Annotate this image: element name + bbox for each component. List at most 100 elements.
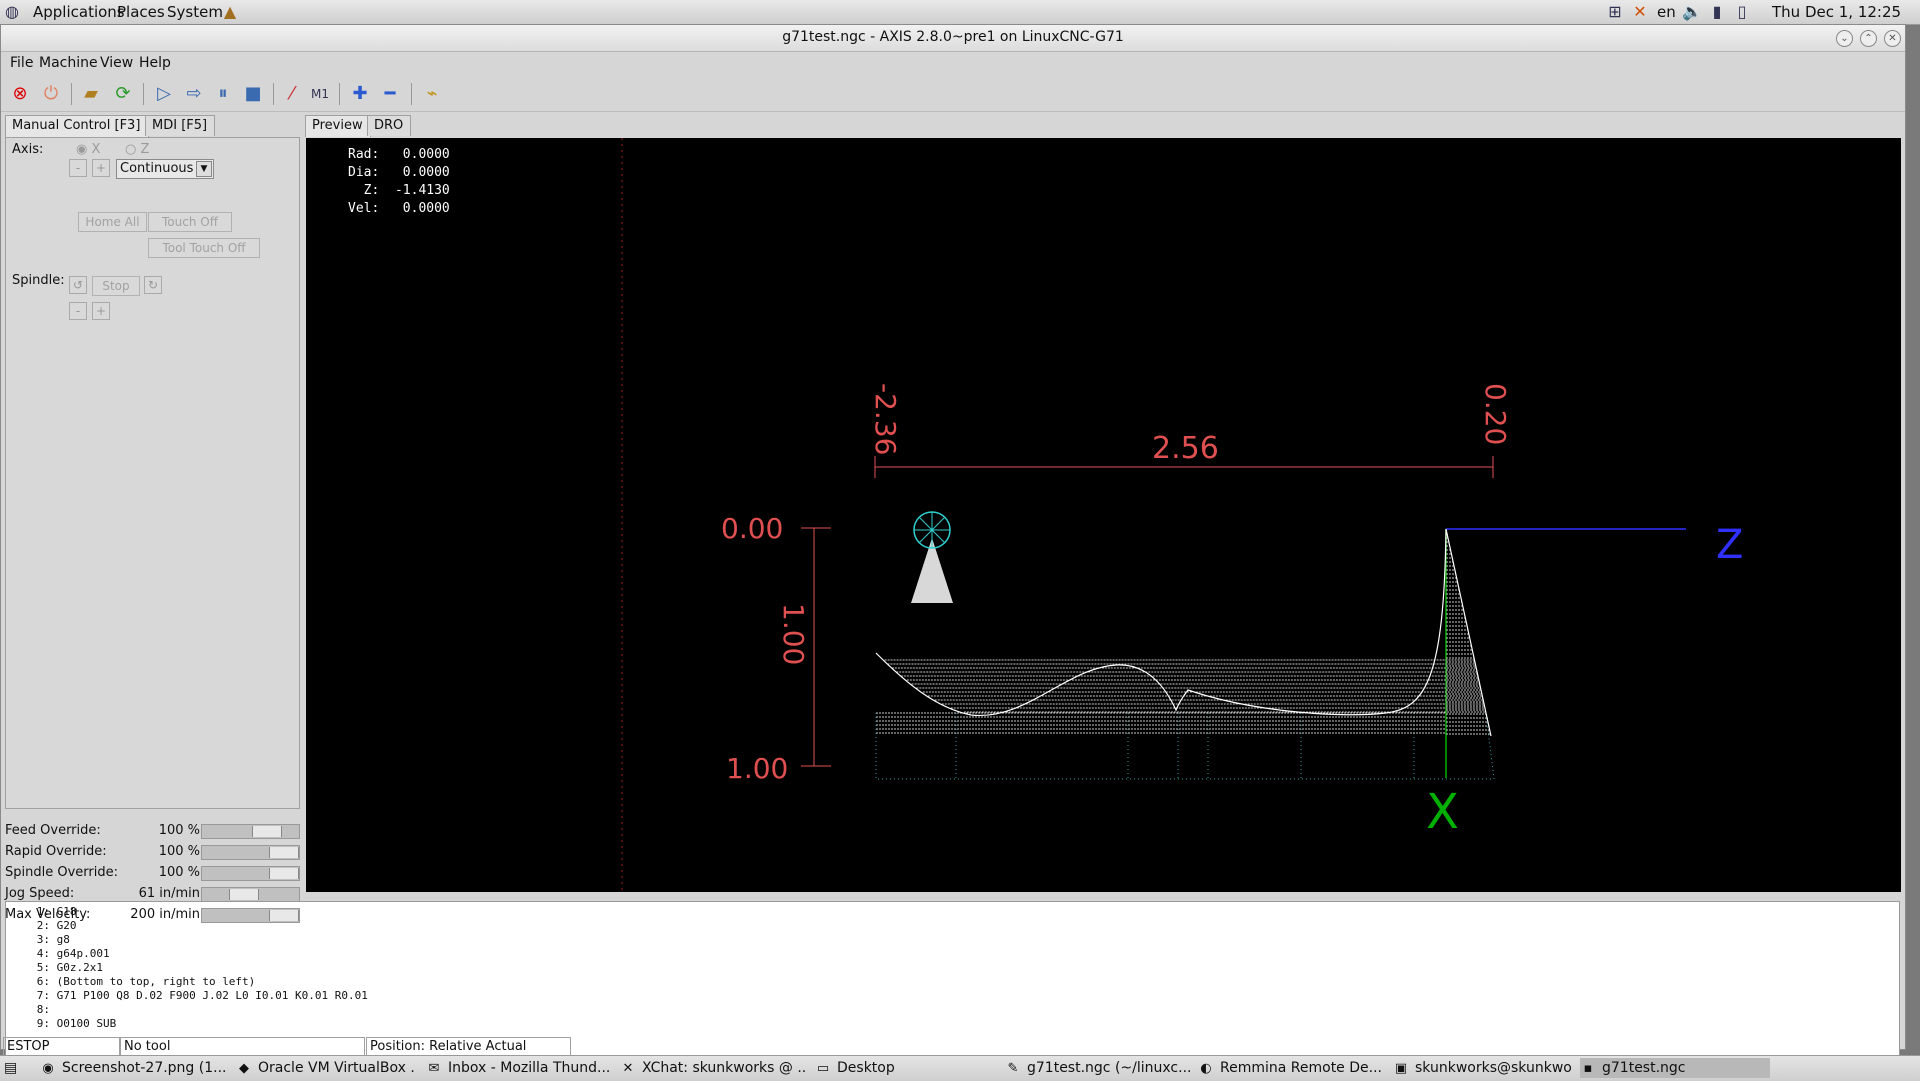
gcode-line[interactable]: 5: G0z.2x1 (6, 961, 103, 975)
spindle-slower-button[interactable]: - (69, 302, 87, 320)
title-bar[interactable]: g71test.ngc - AXIS 2.8.0~pre1 on LinuxCN… (1, 25, 1905, 52)
dim-z-length: 2.56 (1152, 431, 1219, 466)
reload-icon[interactable]: ⟳ (110, 81, 136, 107)
override-value: 100 % (158, 865, 200, 880)
tab-preview[interactable]: Preview (305, 115, 371, 137)
dim-z-right: 0.20 (1479, 383, 1512, 445)
jog-mode-select[interactable]: Continuous ▼ (116, 159, 214, 179)
slider-thumb[interactable] (269, 868, 299, 879)
machine-power-icon[interactable]: ⏻ (38, 81, 64, 107)
xchat-task[interactable]: ✕ XChat: skunkworks @ ... (620, 1058, 805, 1078)
line-text: O0100 SUB (56, 1017, 117, 1030)
override-label: Jog Speed: (5, 886, 75, 901)
tab-manual-control[interactable]: Manual Control [F3] (5, 115, 149, 137)
jog-plus-button[interactable]: + (92, 159, 110, 177)
override-slider[interactable] (201, 866, 300, 881)
app-icon: ▣ (1394, 1061, 1408, 1076)
app-icon: ✉ (428, 1061, 440, 1076)
zoom-out-icon[interactable]: ━ (377, 81, 403, 107)
gcode-line[interactable]: 8: (6, 1003, 57, 1017)
override-slider[interactable] (201, 908, 300, 923)
thunderbird-task[interactable]: ✉ Inbox - Mozilla Thund... (426, 1058, 611, 1078)
gcode-line[interactable]: 3: g8 (6, 933, 70, 947)
gcode-line[interactable]: 6: (Bottom to top, right to left) (6, 975, 256, 989)
task-label: Screenshot-27.png (1... (62, 1060, 225, 1076)
screenshot-task[interactable]: ◉ Screenshot-27.png (1... (40, 1058, 225, 1078)
slider-thumb[interactable] (229, 889, 259, 900)
volume-icon[interactable]: 🔈 (1682, 2, 1702, 22)
toolbar: ⊗ ⏻ ▰ ⟳ ▷ ⇨ ⏸ ■ ⁄ M1 ✚ ━ ⌁ (1, 77, 1905, 112)
xchat-icon[interactable]: ✕ (1630, 2, 1650, 22)
task-label: XChat: skunkworks @ ... (642, 1060, 805, 1076)
menu-help[interactable]: Help (139, 55, 171, 71)
estop-icon[interactable]: ⊗ (7, 81, 33, 107)
spindle-stop-button[interactable]: Stop (92, 276, 140, 296)
battery-icon[interactable]: ▯ (1732, 2, 1752, 22)
finish-profile (875, 528, 1492, 737)
gnome-foot-icon[interactable]: ◍ (2, 2, 22, 22)
desktop-task[interactable]: ▭ Desktop (815, 1058, 995, 1078)
tool-touch-off-button[interactable]: Tool Touch Off (148, 238, 260, 258)
gedit-task[interactable]: ✎ g71test.ngc (~/linuxc... (1005, 1058, 1190, 1078)
line-text: G0z.2x1 (56, 961, 103, 974)
app-icon: ◉ (42, 1061, 54, 1076)
step-icon[interactable]: ⇨ (181, 81, 207, 107)
menu-file[interactable]: File (10, 55, 33, 71)
slider-thumb[interactable] (252, 826, 282, 837)
open-file-icon[interactable]: ▰ (78, 81, 104, 107)
applications-menu[interactable]: Applications (33, 3, 125, 21)
maximize-icon[interactable]: ⌃ (1860, 30, 1877, 47)
override-slider[interactable] (201, 824, 300, 839)
line-number: 3: (36, 933, 50, 946)
slider-thumb[interactable] (269, 847, 299, 858)
gcode-line[interactable]: 4: g64p.001 (6, 947, 110, 961)
block-delete-icon[interactable]: ⁄ (279, 81, 305, 107)
tab-dro[interactable]: DRO (367, 115, 411, 136)
keyboard-layout[interactable]: en (1657, 3, 1676, 21)
pause-icon[interactable]: ⏸ (210, 81, 236, 107)
virtualbox-task[interactable]: ◆ Oracle VM VirtualBox ... (236, 1058, 416, 1078)
window-title: g71test.ngc - AXIS 2.8.0~pre1 on LinuxCN… (782, 29, 1124, 45)
clear-plot-icon[interactable]: ⌁ (419, 81, 445, 107)
network-icon[interactable]: ⊞ (1605, 2, 1625, 22)
zoom-in-icon[interactable]: ✚ (347, 81, 373, 107)
touch-off-button[interactable]: Touch Off (148, 212, 232, 232)
override-row: Feed Override: 100 % (5, 821, 300, 841)
slider-thumb[interactable] (269, 910, 299, 921)
line-number: 5: (36, 961, 50, 974)
axis-task[interactable]: ▪ g71test.ngc (1580, 1058, 1770, 1078)
override-row: Max Velocity: 200 in/min (5, 905, 300, 925)
update-notifier-icon[interactable]: ▲ (220, 2, 240, 22)
spindle-faster-button[interactable]: + (92, 302, 110, 320)
app-icon: ✎ (1007, 1061, 1019, 1076)
jog-minus-button[interactable]: - (69, 159, 87, 177)
axis-radio-x[interactable]: ◉ X (76, 142, 100, 157)
signal-icon[interactable]: ▮ (1707, 2, 1727, 22)
override-slider[interactable] (201, 887, 300, 902)
gcode-line[interactable]: 7: G71 P100 Q8 D.02 F900 J.02 L0 I0.01 K… (6, 989, 368, 1003)
preview-canvas[interactable]: Rad: 0.0000 Dia: 0.0000 Z: -1.4130 Vel: … (306, 138, 1901, 892)
axis-radio-z[interactable]: ○ Z (125, 142, 149, 157)
app-icon: ▭ (816, 1061, 830, 1076)
optional-stop-icon[interactable]: M1 (307, 81, 333, 107)
gcode-line[interactable]: 9: O0100 SUB (6, 1017, 116, 1031)
close-icon[interactable]: ✕ (1884, 30, 1901, 47)
remmina-task[interactable]: ◐ Remmina Remote De... (1198, 1058, 1383, 1078)
dim-x-bottom: 1.00 (726, 752, 788, 785)
system-menu[interactable]: System (167, 3, 223, 21)
override-slider[interactable] (201, 845, 300, 860)
run-icon[interactable]: ▷ (151, 81, 177, 107)
spindle-reverse-icon[interactable]: ↺ (69, 276, 87, 294)
menu-machine[interactable]: Machine (39, 55, 98, 71)
places-menu[interactable]: Places (117, 3, 165, 21)
tab-mdi[interactable]: MDI [F5] (145, 115, 215, 136)
menu-view[interactable]: View (100, 55, 133, 71)
status-position: Position: Relative Actual (366, 1037, 571, 1057)
home-all-button[interactable]: Home All (78, 212, 147, 232)
override-label: Feed Override: (5, 823, 101, 838)
terminal-task[interactable]: ▣ skunkworks@skunkwo... (1393, 1058, 1573, 1078)
stop-icon[interactable]: ■ (240, 81, 266, 107)
minimize-icon[interactable]: ⌄ (1836, 30, 1853, 47)
show-desktop-icon[interactable]: ▤ (4, 1058, 24, 1078)
spindle-forward-icon[interactable]: ↻ (144, 276, 162, 294)
